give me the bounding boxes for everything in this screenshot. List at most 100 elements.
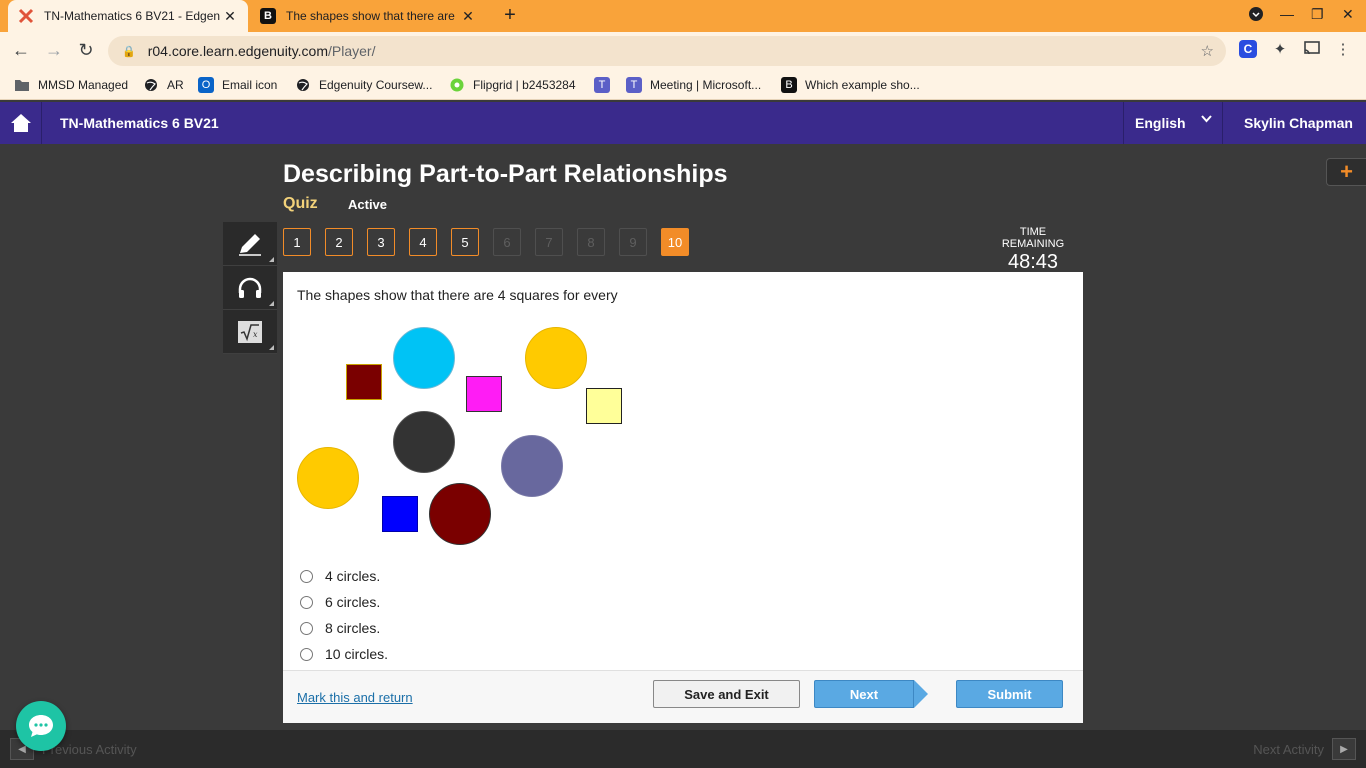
- app-header: TN-Mathematics 6 BV21 English Skylin Cha…: [0, 102, 1366, 144]
- question-card: The shapes show that there are 4 squares…: [283, 272, 1083, 723]
- brainly-icon: B: [260, 8, 276, 24]
- lesson-title: Describing Part-to-Part Relationships: [283, 160, 728, 188]
- pencil-icon: [239, 233, 261, 256]
- new-tab-button[interactable]: +: [498, 4, 522, 28]
- address-bar-row: ← → ↻ 🔒 r04.core.learn.edgenuity.com/Pla…: [0, 32, 1366, 70]
- expand-plus-button[interactable]: +: [1326, 158, 1366, 186]
- browser-tab-inactive[interactable]: B The shapes show that there are ✕: [250, 0, 486, 32]
- question-1-button[interactable]: 1: [283, 228, 311, 256]
- folder-icon: [14, 77, 30, 93]
- teams-icon: T: [626, 77, 642, 93]
- reload-icon[interactable]: ↻: [75, 40, 97, 62]
- answer-option[interactable]: 10 circles.: [300, 641, 388, 667]
- plus-icon: +: [1340, 159, 1353, 184]
- activity-type: Quiz: [283, 195, 318, 212]
- mark-and-return-link[interactable]: Mark this and return: [297, 690, 413, 705]
- answer-radio[interactable]: [300, 569, 313, 583]
- user-name-menu[interactable]: Skylin Chapman: [1244, 115, 1353, 131]
- language-value: English: [1135, 115, 1186, 131]
- course-title: TN-Mathematics 6 BV21: [60, 115, 219, 131]
- bookmark-ar[interactable]: AR: [143, 77, 184, 93]
- back-icon[interactable]: ←: [10, 40, 32, 62]
- circle-shape: [393, 327, 455, 389]
- svg-text:C: C: [1244, 42, 1253, 56]
- audio-tool-button[interactable]: [223, 266, 277, 310]
- answer-option[interactable]: 4 circles.: [300, 563, 388, 589]
- chat-bubble-icon: [29, 715, 53, 737]
- question-2-button[interactable]: 2: [325, 228, 353, 256]
- edgenuity-x-icon: [18, 8, 34, 24]
- language-select[interactable]: English: [1123, 102, 1223, 144]
- tab-search-icon[interactable]: [1248, 6, 1264, 25]
- answer-label: 4 circles.: [325, 568, 381, 584]
- close-tab-icon[interactable]: ✕: [460, 8, 476, 25]
- forward-icon[interactable]: →: [43, 40, 65, 62]
- restore-icon[interactable]: ❐: [1311, 6, 1324, 23]
- chat-button[interactable]: [16, 701, 66, 751]
- answer-radio[interactable]: [300, 647, 313, 661]
- answer-options: 4 circles. 6 circles. 8 circles. 10 circ…: [300, 563, 388, 667]
- bookmark-edgenuity[interactable]: Edgenuity Coursew...: [295, 77, 432, 93]
- lock-icon: 🔒: [122, 45, 136, 58]
- math-tool-button[interactable]: x: [223, 310, 277, 354]
- bookmark-label: MMSD Managed: [38, 78, 129, 92]
- answer-option[interactable]: 8 circles.: [300, 615, 388, 641]
- next-activity-label: Next Activity: [1253, 741, 1324, 757]
- question-8-button: 8: [577, 228, 605, 256]
- bookmark-email[interactable]: O Email icon: [198, 77, 277, 93]
- bookmark-meeting[interactable]: T Meeting | Microsoft...: [626, 77, 761, 93]
- bookmark-label: Edgenuity Coursew...: [319, 78, 433, 92]
- bookmark-teams[interactable]: T: [594, 77, 618, 93]
- bookmark-brainly[interactable]: B Which example sho...: [781, 77, 920, 93]
- cast-icon[interactable]: [1301, 40, 1323, 62]
- close-tab-icon[interactable]: ✕: [222, 8, 238, 25]
- browser-tab-active[interactable]: TN-Mathematics 6 BV21 - Edgen ✕: [8, 0, 248, 32]
- extensions-puzzle-icon[interactable]: ✦: [1269, 40, 1291, 62]
- browser-tab-bar: TN-Mathematics 6 BV21 - Edgen ✕ B The sh…: [0, 0, 1366, 32]
- pencil-tool-button[interactable]: [223, 222, 277, 266]
- submit-button[interactable]: Submit: [956, 680, 1063, 708]
- question-6-button: 6: [493, 228, 521, 256]
- bookmark-mmsd[interactable]: MMSD Managed: [14, 77, 128, 93]
- caret-right-icon: ▶: [1332, 738, 1356, 760]
- answer-radio[interactable]: [300, 595, 313, 609]
- answer-option[interactable]: 6 circles.: [300, 589, 388, 615]
- url-input[interactable]: 🔒 r04.core.learn.edgenuity.com/Player/ ☆: [108, 36, 1226, 66]
- teams-icon: T: [594, 77, 610, 93]
- circle-shape: [393, 411, 455, 473]
- circle-shape: [297, 447, 359, 509]
- brainly-icon: B: [781, 77, 797, 93]
- square-shape: [586, 388, 622, 424]
- question-footer: Mark this and return Save and Exit Next …: [283, 670, 1083, 723]
- close-window-icon[interactable]: ✕: [1342, 6, 1354, 23]
- question-3-button[interactable]: 3: [367, 228, 395, 256]
- url-path: /Player/: [328, 43, 376, 59]
- bookmark-label: Email icon: [222, 78, 278, 92]
- next-activity-button[interactable]: Next Activity ▶: [1253, 738, 1356, 760]
- bookmark-flipgrid[interactable]: Flipgrid | b2453284: [449, 77, 576, 93]
- next-button[interactable]: Next: [814, 680, 928, 708]
- timer-value: 48:43: [1007, 251, 1059, 273]
- tab-title: The shapes show that there are: [286, 9, 455, 23]
- extension-c-icon[interactable]: C: [1237, 40, 1259, 62]
- answer-radio[interactable]: [300, 621, 313, 635]
- browser-menu-icon[interactable]: ⋮: [1332, 40, 1354, 62]
- globe-icon: [143, 77, 159, 93]
- question-5-button[interactable]: 5: [451, 228, 479, 256]
- square-shape: [346, 364, 382, 400]
- chevron-down-icon: [1201, 114, 1212, 126]
- bookmark-label: AR: [167, 78, 184, 92]
- bookmark-label: Meeting | Microsoft...: [650, 78, 762, 92]
- question-7-button: 7: [535, 228, 563, 256]
- minimize-icon[interactable]: —: [1280, 6, 1294, 22]
- question-4-button[interactable]: 4: [409, 228, 437, 256]
- circle-shape: [429, 483, 491, 545]
- activity-status: Active: [348, 197, 388, 212]
- question-10-button[interactable]: 10: [661, 228, 689, 256]
- bookmark-star-icon[interactable]: ☆: [1201, 42, 1214, 60]
- home-button[interactable]: [0, 102, 42, 144]
- save-and-exit-button[interactable]: Save and Exit: [653, 680, 800, 708]
- square-shape: [382, 496, 418, 532]
- answer-label: 10 circles.: [325, 646, 389, 662]
- circle-shape: [525, 327, 587, 389]
